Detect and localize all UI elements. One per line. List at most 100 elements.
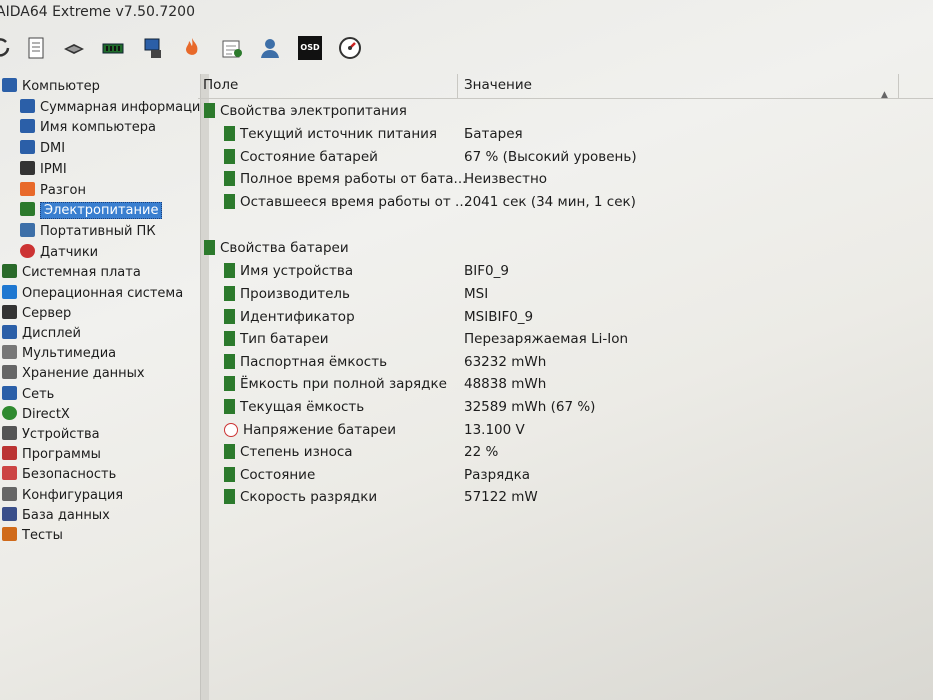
sidebar-item-label: Электропитание [40,202,163,220]
sidebar-item[interactable]: Суммарная информация [20,98,200,118]
battery-icon [224,126,235,141]
sidebar-item[interactable]: Мультимедиа [2,344,116,364]
toolbar: OSD [0,30,933,68]
property-row[interactable]: Производитель [224,283,350,305]
overclock-icon[interactable] [180,36,204,60]
sidebar-item[interactable]: Электропитание [20,201,163,221]
property-field: Идентификатор [240,308,355,325]
property-field: Состояние [240,466,316,483]
programs-icon [2,446,17,461]
sidebar-item-label: Конфигурация [22,487,124,503]
report-icon[interactable] [24,36,48,60]
sidebar-item[interactable]: Тесты [2,526,63,546]
property-value: 13.100 V [464,421,525,438]
property-field: Ёмкость при полной зарядке [240,376,447,393]
sidebar-item[interactable]: Компьютер [2,77,100,97]
column-separator[interactable] [898,74,899,98]
sidebar-item[interactable]: Хранение данных [2,364,145,384]
server-icon [2,304,17,319]
battery-icon [224,263,235,279]
property-row[interactable]: Состояние [224,464,315,486]
property-row[interactable]: Оставшееся время работы от ... [224,191,468,213]
property-row[interactable]: Имя устройства [224,260,353,282]
sidebar-item[interactable]: DirectX [2,405,70,425]
property-row[interactable]: Полное время работы от бата... [224,168,466,190]
osd-icon[interactable]: OSD [298,36,322,60]
sidebar-item[interactable]: Разгон [20,181,86,201]
computer-icon [2,78,17,92]
refresh-icon[interactable] [0,36,12,60]
column-value-header[interactable]: Значение [464,77,532,93]
sidebar-item[interactable]: Сервер [2,304,71,324]
network-icon [2,385,17,400]
motherboard-icon[interactable] [62,36,86,60]
sidebar-item[interactable]: Датчики [20,243,98,263]
navigation-tree[interactable]: Компьютер Суммарная информация Имя компьют… [0,74,200,700]
computer-icon [20,119,35,134]
sidebar-item-label: IPMI [40,161,67,177]
sidebar-item-label: Хранение данных [22,366,145,382]
property-row[interactable]: Напряжение батареи [224,419,396,441]
group-icon [204,103,215,118]
sidebar-item[interactable]: IPMI [20,160,67,180]
battery-icon [224,399,235,414]
sidebar-item[interactable]: Операционная система [2,284,183,304]
property-value: Батарея [464,126,523,142]
user-icon[interactable] [258,36,282,60]
battery-icon [20,202,35,217]
group-header[interactable]: Свойства батареи [204,237,349,259]
sidebar-item-label: База данных [22,507,110,523]
schedule-icon[interactable] [220,36,244,60]
sidebar-item-label: Сервер [22,305,72,321]
laptop-icon [20,222,35,237]
property-row[interactable]: Текущий источник питания [224,123,437,145]
property-row[interactable]: Паспортная ёмкость [224,351,387,373]
memory-icon[interactable] [101,36,125,60]
battery-icon [224,171,235,187]
sidebar-item[interactable]: Сеть [2,385,54,405]
sidebar-item[interactable]: Безопасность [2,465,116,485]
storage-icon [2,365,17,380]
sidebar-item[interactable]: База данных [2,506,110,526]
group-header[interactable]: Свойства электропитания [204,100,407,122]
sidebar-item[interactable]: Портативный ПК [20,222,156,242]
details-panel: Поле Значение ▲ Свойства электропитания Т… [198,74,933,700]
property-row[interactable]: Состояние батарей [224,146,378,168]
sidebar-item[interactable]: Устройства [2,425,100,445]
sidebar-item-label: Датчики [40,244,99,260]
property-field: Текущий источник питания [240,126,438,142]
property-row[interactable]: Скорость разрядки [224,486,377,508]
device-icon [2,425,17,440]
gauge-icon[interactable] [338,36,362,60]
property-row[interactable]: Ёмкость при полной зарядке [224,373,447,395]
column-field-header[interactable]: Поле [203,77,238,93]
property-value: 32589 mWh (67 %) [464,399,596,415]
property-row[interactable]: Идентификатор [224,306,355,328]
property-field: Имя устройства [240,263,354,280]
property-field: Паспортная ёмкость [240,353,388,370]
battery-icon [224,286,235,301]
battery-icon [224,193,235,209]
property-value: 2041 сек (34 мин, 1 сек) [464,193,636,210]
xbox-icon [2,405,17,420]
sidebar-item-label: Дисплей [22,325,82,341]
sidebar-item[interactable]: Дисплей [2,324,81,344]
group-icon [204,240,215,256]
property-value: MSIBIF0_9 [464,308,534,325]
property-field: Состояние батарей [240,148,378,165]
property-field: Полное время работы от бата... [240,171,467,188]
computer-icon[interactable] [141,36,165,60]
column-separator[interactable] [457,74,458,98]
sidebar-item[interactable]: DMI [20,139,65,159]
property-row[interactable]: Текущая ёмкость [224,396,364,418]
property-row[interactable]: Степень износа [224,441,353,463]
sidebar-item[interactable]: Системная плата [2,263,141,283]
sidebar-item[interactable]: Имя компьютера [20,118,156,138]
sidebar-item[interactable]: Программы [2,445,101,465]
gauge-icon [20,243,35,258]
sidebar-item-label: Безопасность [22,467,117,483]
property-row[interactable]: Тип батареи [224,328,329,350]
tests-icon [2,526,17,541]
sidebar-item[interactable]: Конфигурация [2,486,123,506]
sidebar-item-label: Устройства [22,426,100,442]
